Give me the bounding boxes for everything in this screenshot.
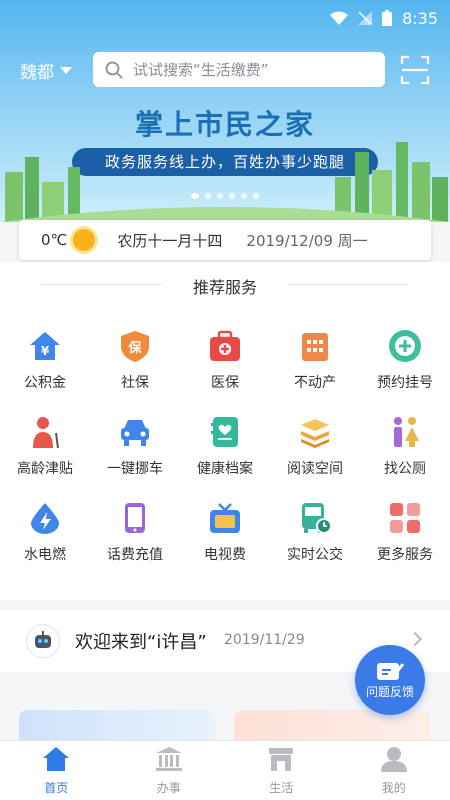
service-item[interactable]: 保社保 — [90, 328, 180, 392]
service-item[interactable]: 电视费 — [180, 500, 270, 564]
caret-down-icon — [60, 67, 72, 74]
carousel-dot — [217, 193, 223, 199]
no-signal-icon — [358, 11, 373, 25]
service-label: 阅读空间 — [287, 461, 343, 477]
carousel-dot — [205, 193, 211, 199]
lightning-icon — [27, 500, 63, 536]
building-icon — [297, 328, 333, 364]
service-label: 高龄津贴 — [17, 461, 73, 477]
city-skyline-illustration — [0, 142, 450, 222]
search-placeholder: 试试搜索“生活缴费” — [133, 61, 269, 79]
service-item[interactable]: 医保 — [180, 328, 270, 392]
header-banner[interactable]: 8:35 魏都 试试搜索“生活缴费” 掌上市民之家 政务服务线上办，百姓办事少跑… — [0, 0, 450, 222]
service-label: 水电燃 — [24, 547, 66, 563]
service-label: 更多服务 — [377, 547, 433, 563]
services-grid: ¥ 公积金保社保 医保 不动产 预约挂号 高龄津贴 一键挪车 健康档案 阅读空间 找公厕 水电燃 话费… — [0, 328, 450, 564]
tab-shop[interactable]: 生活 — [225, 741, 338, 800]
sun-icon — [73, 229, 96, 251]
tv-icon — [207, 500, 243, 536]
status-time: 8:35 — [402, 8, 438, 28]
carousel-indicator — [0, 193, 450, 199]
service-item[interactable]: 一键挪车 — [90, 414, 180, 478]
section-title: 推荐服务 — [0, 274, 450, 298]
books-icon — [297, 414, 333, 450]
battery-icon — [382, 10, 393, 26]
lunar-date: 农历十一月十四 — [117, 231, 223, 250]
bottom-tab-bar: 首页 办事 生活 我的 — [0, 740, 450, 800]
edit-message-icon — [377, 662, 404, 680]
grid-icon — [387, 500, 423, 536]
tab-label: 首页 — [44, 780, 69, 795]
carousel-dot — [253, 193, 259, 199]
service-label: 预约挂号 — [377, 375, 433, 391]
service-item[interactable]: 找公厕 — [360, 414, 450, 478]
government-building-icon — [155, 746, 183, 775]
service-label: 实时公交 — [287, 547, 343, 563]
wifi-icon — [330, 11, 349, 25]
home-icon — [42, 746, 70, 775]
tab-label: 办事 — [156, 780, 181, 795]
feedback-label: 问题反馈 — [365, 684, 414, 699]
svg-text:¥: ¥ — [41, 344, 50, 358]
shop-icon — [267, 746, 295, 775]
service-item[interactable]: 话费充值 — [90, 500, 180, 564]
svg-text:保: 保 — [127, 340, 142, 356]
service-label: 不动产 — [294, 375, 336, 391]
car-icon — [117, 414, 153, 450]
robot-icon — [26, 624, 60, 658]
scan-icon[interactable] — [400, 55, 430, 85]
service-item[interactable]: 预约挂号 — [360, 328, 450, 392]
service-label: 公积金 — [24, 375, 66, 391]
service-label: 话费充值 — [107, 547, 163, 563]
tab-government-building[interactable]: 办事 — [113, 741, 226, 800]
tab-label: 我的 — [381, 780, 406, 795]
service-item[interactable]: 阅读空间 — [270, 414, 360, 478]
service-label: 一键挪车 — [107, 461, 163, 477]
service-item[interactable]: 高龄津贴 — [0, 414, 90, 478]
service-item[interactable]: ¥ 公积金 — [0, 328, 90, 392]
service-item[interactable]: 健康档案 — [180, 414, 270, 478]
service-label: 健康档案 — [197, 461, 253, 477]
calendar-date: 2019/12/09 周一 — [246, 231, 368, 250]
plus-circle-icon — [387, 328, 423, 364]
city-selector[interactable]: 魏都 — [20, 58, 72, 83]
medical-kit-icon — [207, 328, 243, 364]
restroom-icon — [387, 414, 423, 450]
service-label: 社保 — [121, 375, 149, 391]
carousel-dot — [229, 193, 235, 199]
services-section: 推荐服务 ¥ 公积金保社保 医保 不动产 预约挂号 高龄津贴 一键挪车 健康档案 阅读空间 找公厕… — [0, 262, 450, 600]
service-label: 电视费 — [204, 547, 246, 563]
city-label: 魏都 — [20, 63, 54, 83]
welcome-date: 2019/11/29 — [224, 632, 305, 648]
search-icon — [105, 61, 123, 79]
tab-home[interactable]: 首页 — [0, 741, 113, 800]
house-yuan-icon: ¥ — [27, 328, 63, 364]
welcome-message: 欢迎来到“i许昌” — [75, 632, 207, 653]
carousel-dot — [191, 193, 199, 199]
tab-user[interactable]: 我的 — [338, 741, 450, 800]
carousel-dot — [241, 193, 247, 199]
bus-icon — [297, 500, 333, 536]
tab-label: 生活 — [269, 780, 294, 795]
user-icon — [380, 746, 408, 775]
health-record-icon — [207, 414, 243, 450]
elderly-icon — [27, 414, 63, 450]
weather-card: 0℃ 农历十一月十四 2019/12/09 周一 — [19, 220, 431, 260]
service-item[interactable]: 水电燃 — [0, 500, 90, 564]
service-label: 找公厕 — [384, 461, 426, 477]
status-bar: 8:35 — [0, 0, 450, 36]
service-item[interactable]: 实时公交 — [270, 500, 360, 564]
search-input[interactable]: 试试搜索“生活缴费” — [93, 52, 385, 87]
temperature: 0℃ — [41, 231, 68, 249]
service-item[interactable]: 不动产 — [270, 328, 360, 392]
chevron-right-icon — [407, 631, 423, 647]
shield-icon: 保 — [117, 328, 153, 364]
phone-icon — [117, 500, 153, 536]
service-item[interactable]: 更多服务 — [360, 500, 450, 564]
service-label: 医保 — [211, 375, 239, 391]
feedback-button[interactable]: 问题反馈 — [355, 645, 425, 715]
